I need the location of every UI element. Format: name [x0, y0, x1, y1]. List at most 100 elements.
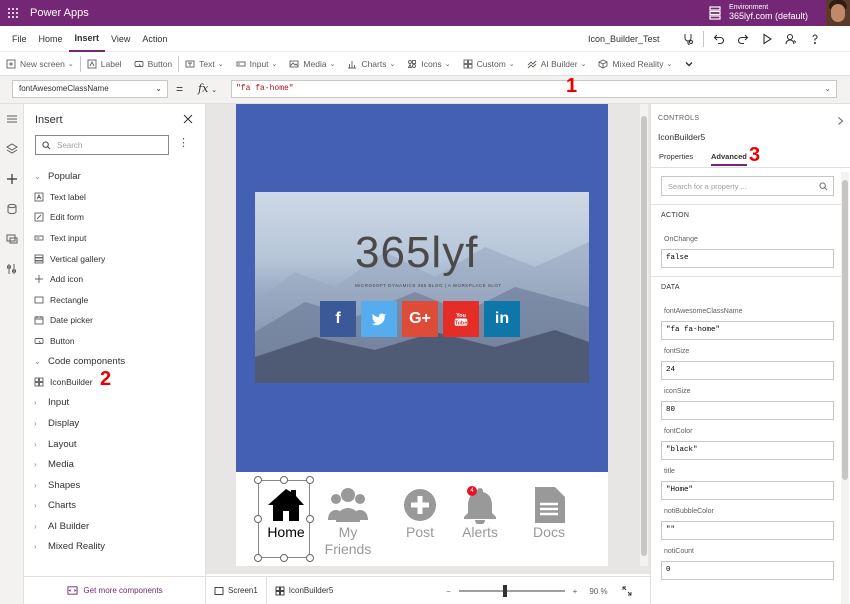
help-icon[interactable]: [803, 26, 827, 52]
ribbon-text-button[interactable]: Text ⌄: [179, 52, 229, 76]
insert-item-text-label[interactable]: Text label: [24, 187, 206, 208]
insert-item-edit-form[interactable]: Edit form: [24, 207, 206, 228]
undo-icon[interactable]: [707, 26, 731, 52]
ribbon-ai-builder-button[interactable]: AI Builder ⌄: [521, 52, 593, 76]
property-value-input[interactable]: "black": [661, 441, 834, 460]
preview-play-icon[interactable]: [755, 26, 779, 52]
resize-handle[interactable]: [254, 554, 262, 562]
app-launcher-icon[interactable]: [2, 0, 24, 26]
menu-home[interactable]: Home: [33, 26, 69, 52]
canvas-scrollbar[interactable]: [640, 104, 648, 566]
resize-handle[interactable]: [306, 476, 314, 484]
avatar[interactable]: [826, 0, 850, 26]
property-value-input[interactable]: 80: [661, 401, 834, 420]
more-options-icon[interactable]: ⋮: [178, 136, 189, 149]
component-breadcrumb[interactable]: IconBuilder5: [265, 576, 341, 604]
insert-item-date-picker[interactable]: Date picker: [24, 310, 206, 331]
ribbon-custom-button[interactable]: Custom ⌄: [457, 52, 521, 76]
resize-handle[interactable]: [254, 476, 262, 484]
canvas-area[interactable]: 365lyf MICROSOFT DYNAMICS 365 BLOG | A W…: [206, 104, 650, 574]
insert-category-code-components[interactable]: ⌄ Code components: [24, 351, 206, 372]
insert-category-popular[interactable]: ⌄ Popular: [24, 166, 206, 187]
function-button[interactable]: fx ⌄: [198, 80, 230, 98]
zoom-out-button[interactable]: −: [446, 587, 451, 596]
insert-item-add-icon[interactable]: Add icon: [24, 269, 206, 290]
nav-my-friends[interactable]: My Friends: [318, 486, 378, 558]
data-icon[interactable]: [0, 194, 24, 224]
nav-home[interactable]: Home: [256, 486, 316, 541]
ribbon-icons-button[interactable]: Icons ⌄: [401, 52, 456, 76]
insert-category-media[interactable]: › Media: [24, 454, 206, 475]
code-component-icon: [34, 377, 50, 387]
calendar-icon: [34, 315, 50, 325]
property-value-input[interactable]: false: [661, 249, 834, 268]
insert-category-layout[interactable]: › Layout: [24, 434, 206, 455]
close-icon[interactable]: [181, 112, 195, 126]
layers-icon[interactable]: [0, 134, 24, 164]
property-label: notiCount: [664, 548, 694, 555]
insert-item-rectangle[interactable]: Rectangle: [24, 290, 206, 311]
insert-category-input[interactable]: › Input: [24, 393, 206, 414]
app-screen[interactable]: 365lyf MICROSOFT DYNAMICS 365 BLOG | A W…: [236, 104, 608, 566]
insert-item-text-input[interactable]: Text input: [24, 228, 206, 249]
screen-breadcrumb[interactable]: Screen1: [206, 577, 266, 604]
fit-to-window-icon[interactable]: [622, 586, 632, 596]
ribbon-mixed-reality-button[interactable]: Mixed Reality ⌄: [592, 52, 678, 76]
menu-file[interactable]: File: [6, 26, 33, 52]
icon-builder-row[interactable]: Home My Friends Post Alerts 4 Docs: [236, 472, 608, 566]
ribbon-more-chevron-icon[interactable]: [678, 52, 704, 76]
app-checker-icon[interactable]: [676, 26, 700, 52]
insert-category-mixed-reality[interactable]: › Mixed Reality: [24, 537, 206, 558]
resize-handle[interactable]: [254, 515, 262, 523]
ribbon-charts-button[interactable]: Charts ⌄: [341, 52, 401, 76]
expand-formula-icon[interactable]: ⌄: [824, 81, 831, 97]
nav-post[interactable]: Post: [390, 486, 450, 541]
resize-handle[interactable]: [306, 554, 314, 562]
insert-item-vertical-gallery[interactable]: Vertical gallery: [24, 248, 206, 269]
insert-search-input[interactable]: Search: [35, 135, 169, 155]
property-value-input[interactable]: 24: [661, 361, 834, 380]
property-value-input[interactable]: 0: [661, 561, 834, 580]
property-value-input[interactable]: "Home": [661, 481, 834, 500]
insert-plus-icon[interactable]: [0, 164, 24, 194]
advanced-tools-icon[interactable]: [0, 254, 24, 284]
property-value-input[interactable]: "fa fa-home": [661, 321, 834, 340]
ribbon-media-button[interactable]: Media ⌄: [283, 52, 341, 76]
nav-docs[interactable]: Docs: [519, 486, 579, 541]
get-more-components-link[interactable]: Get more components: [24, 576, 206, 604]
resize-handle[interactable]: [306, 515, 314, 523]
resize-handle[interactable]: [280, 476, 288, 484]
ribbon-input-button[interactable]: Input ⌄: [230, 52, 284, 76]
environment-picker[interactable]: Environment 365lyf.com (default): [707, 0, 808, 26]
property-dropdown[interactable]: fontAwesomeClassName ⌄: [12, 80, 168, 98]
zoom-slider[interactable]: [458, 585, 565, 597]
menu-insert[interactable]: Insert: [68, 26, 106, 52]
formula-input[interactable]: "fa fa-home" ⌄: [231, 80, 837, 98]
ribbon-new-screen-button[interactable]: New screen ⌄: [0, 52, 80, 76]
property-value-input[interactable]: "": [661, 521, 834, 540]
redo-icon[interactable]: [731, 26, 755, 52]
insert-item-iconbuilder[interactable]: IconBuilder: [24, 372, 206, 393]
ribbon-label-button[interactable]: Label: [81, 52, 128, 76]
nav-alerts[interactable]: Alerts: [450, 486, 510, 541]
properties-scrollbar[interactable]: [841, 172, 849, 604]
tab-advanced[interactable]: Advanced: [711, 152, 747, 166]
share-user-icon[interactable]: [779, 26, 803, 52]
insert-category-display[interactable]: › Display: [24, 413, 206, 434]
insert-item-button[interactable]: Button: [24, 331, 206, 352]
resize-handle[interactable]: [280, 554, 288, 562]
menu-view[interactable]: View: [105, 26, 136, 52]
property-search-input[interactable]: Search for a property ...: [661, 176, 834, 196]
zoom-slider-thumb[interactable]: [503, 585, 508, 597]
tree-view-icon[interactable]: [0, 104, 24, 134]
tab-properties[interactable]: Properties: [659, 152, 693, 161]
media-panel-icon[interactable]: [0, 224, 24, 254]
ribbon-button-button[interactable]: Button: [128, 52, 179, 76]
text-icon: [185, 59, 199, 69]
insert-category-shapes[interactable]: › Shapes: [24, 475, 206, 496]
menu-action[interactable]: Action: [136, 26, 173, 52]
insert-category-ai-builder[interactable]: › AI Builder: [24, 516, 206, 537]
chevron-right-icon[interactable]: [835, 116, 845, 126]
insert-category-charts[interactable]: › Charts: [24, 496, 206, 517]
zoom-in-button[interactable]: +: [573, 587, 578, 596]
